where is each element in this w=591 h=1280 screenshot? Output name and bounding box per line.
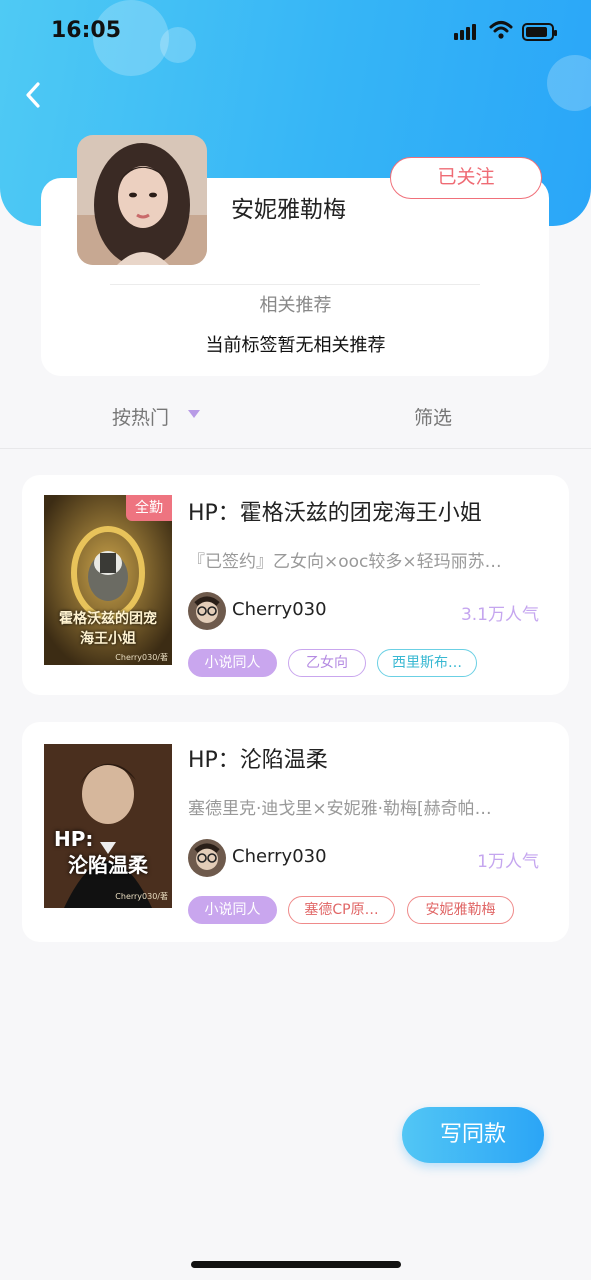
author-name[interactable]: Cherry030 bbox=[232, 846, 327, 867]
author-avatar[interactable] bbox=[188, 592, 226, 630]
tag-chip[interactable]: 乙女向 bbox=[288, 649, 366, 677]
sort-dropdown[interactable]: 按热门 bbox=[112, 403, 169, 430]
book-card[interactable]: 霍格沃兹的团宠 海王小姐 Cherry030/著 全勤 HP：霍格沃兹的团宠海王… bbox=[22, 475, 569, 695]
status-bar: 16:05 bbox=[0, 0, 591, 64]
caret-down-icon[interactable] bbox=[188, 410, 200, 418]
tag-chip[interactable]: 西里斯布… bbox=[377, 649, 477, 677]
popularity-count: 1万人气 bbox=[477, 852, 539, 872]
battery-icon bbox=[522, 23, 557, 41]
status-time: 16:05 bbox=[51, 18, 122, 43]
book-title[interactable]: HP：霍格沃兹的团宠海王小姐 bbox=[188, 495, 482, 527]
tag-chip[interactable]: 小说同人 bbox=[188, 896, 277, 924]
book-cover: 霍格沃兹的团宠 海王小姐 Cherry030/著 全勤 bbox=[44, 495, 172, 665]
home-indicator bbox=[191, 1261, 401, 1268]
related-title: 相关推荐 bbox=[259, 295, 332, 316]
tag-chip[interactable]: 塞德CP原… bbox=[288, 896, 395, 924]
author-name[interactable]: Cherry030 bbox=[232, 599, 327, 620]
divider bbox=[0, 448, 591, 449]
cover-title-text: HP: 沦陷温柔 bbox=[54, 827, 148, 877]
write-same-button[interactable]: 写同款 bbox=[402, 1107, 544, 1163]
full-attendance-badge: 全勤 bbox=[126, 495, 172, 521]
popularity-count: 3.1万人气 bbox=[460, 605, 539, 625]
author-avatar[interactable] bbox=[188, 839, 226, 877]
book-title[interactable]: HP：沦陷温柔 bbox=[188, 742, 328, 774]
filter-button[interactable]: 筛选 bbox=[414, 403, 452, 430]
book-cover: HP: 沦陷温柔 Cherry030/著 bbox=[44, 744, 172, 908]
profile-name: 安妮雅勒梅 bbox=[231, 197, 346, 223]
divider bbox=[110, 284, 480, 285]
related-empty-text: 当前标签暂无相关推荐 bbox=[205, 335, 386, 356]
tag-chip[interactable]: 安妮雅勒梅 bbox=[407, 896, 514, 924]
tag-chip[interactable]: 小说同人 bbox=[188, 649, 277, 677]
back-arrow-icon[interactable] bbox=[20, 80, 50, 110]
follow-button[interactable]: 已关注 bbox=[390, 157, 542, 199]
book-card[interactable]: HP: 沦陷温柔 Cherry030/著 HP：沦陷温柔 塞德里克·迪戈里×安妮… bbox=[22, 722, 569, 942]
profile-avatar bbox=[77, 135, 207, 265]
book-description: 塞德里克·迪戈里×安妮雅·勒梅[赫奇帕… bbox=[188, 799, 492, 819]
cover-title-text: 霍格沃兹的团宠 海王小姐 bbox=[59, 611, 157, 647]
cover-credit: Cherry030/著 bbox=[115, 653, 168, 662]
book-description: 『已签约』乙女向×ooc较多×轻玛丽苏… bbox=[188, 552, 502, 572]
wifi-icon bbox=[489, 21, 513, 39]
cover-credit: Cherry030/著 bbox=[115, 892, 168, 901]
